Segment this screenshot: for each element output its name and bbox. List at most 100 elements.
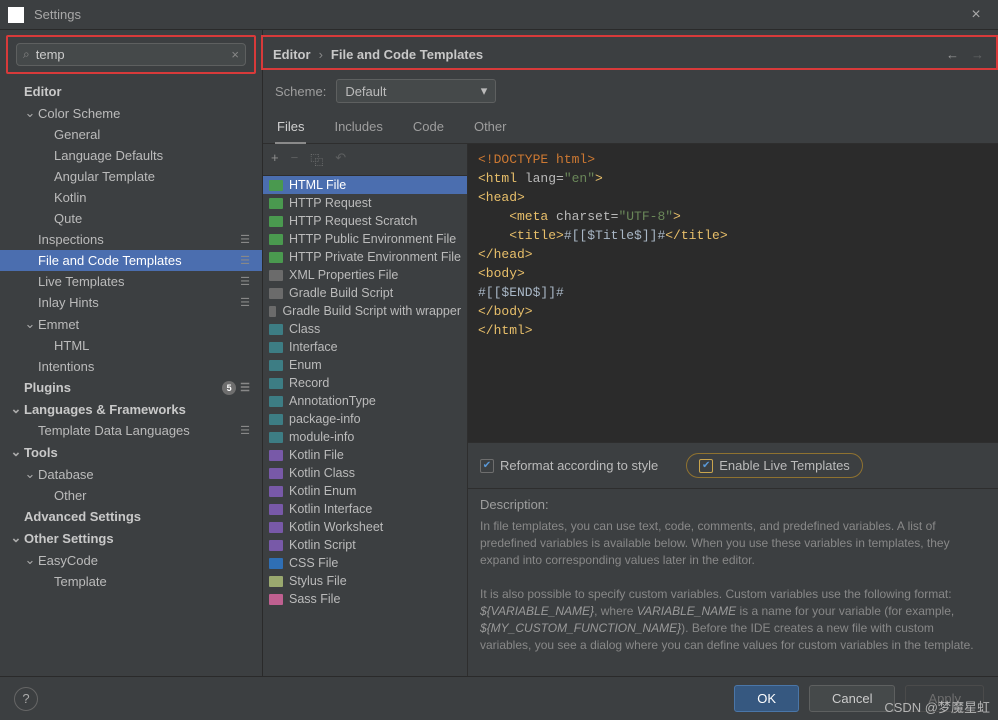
- sidebar-item-advanced-settings[interactable]: Advanced Settings: [0, 506, 262, 527]
- sidebar-item-html[interactable]: HTML: [0, 335, 262, 356]
- search-highlight-box: ⌕ ×: [6, 35, 256, 74]
- sidebar-item-languages-frameworks[interactable]: ⌄Languages & Frameworks: [0, 398, 262, 420]
- tree-label: File and Code Templates: [38, 253, 240, 268]
- chevron-down-icon: ▾: [481, 83, 488, 99]
- sliders-icon: ☰: [240, 296, 250, 309]
- tab-code[interactable]: Code: [411, 113, 446, 143]
- sidebar-item-general[interactable]: General: [0, 124, 262, 145]
- back-icon[interactable]: ←: [946, 47, 959, 62]
- sidebar-item-inspections[interactable]: Inspections☰: [0, 229, 262, 250]
- sidebar-item-database[interactable]: ⌄Database: [0, 463, 262, 485]
- file-item-module-info[interactable]: module-info: [263, 428, 467, 446]
- sidebar-item-color-scheme[interactable]: ⌄Color Scheme: [0, 102, 262, 124]
- file-item-http-public-environment-file[interactable]: HTTP Public Environment File: [263, 230, 467, 248]
- file-item-class[interactable]: Class: [263, 320, 467, 338]
- options-row: Reformat according to style Enable Live …: [468, 442, 998, 488]
- sidebar-item-other[interactable]: Other: [0, 485, 262, 506]
- apply-button[interactable]: Apply: [905, 685, 984, 712]
- tree-label: Template Data Languages: [38, 423, 240, 438]
- tree-label: Template: [54, 574, 256, 589]
- search-input[interactable]: [36, 47, 232, 62]
- file-item-xml-properties-file[interactable]: XML Properties File: [263, 266, 467, 284]
- sidebar-item-easycode[interactable]: ⌄EasyCode: [0, 549, 262, 571]
- file-item-kotlin-file[interactable]: Kotlin File: [263, 446, 467, 464]
- search-field-wrap[interactable]: ⌕ ×: [16, 43, 246, 66]
- file-label: Kotlin Interface: [289, 502, 372, 516]
- sidebar-item-angular-template[interactable]: Angular Template: [0, 166, 262, 187]
- file-icon: [269, 522, 283, 533]
- scheme-select[interactable]: Default ▾: [336, 79, 496, 103]
- file-item-record[interactable]: Record: [263, 374, 467, 392]
- file-item-gradle-build-script[interactable]: Gradle Build Script: [263, 284, 467, 302]
- file-icon: [269, 432, 283, 443]
- checkbox-icon: [480, 459, 494, 473]
- code-editor[interactable]: <!DOCTYPE html> <html lang="en"> <head> …: [468, 144, 998, 442]
- sidebar-item-tools[interactable]: ⌄Tools: [0, 441, 262, 463]
- forward-icon[interactable]: →: [971, 47, 984, 62]
- enable-live-templates-checkbox[interactable]: Enable Live Templates: [686, 453, 863, 478]
- file-icon: [269, 558, 283, 569]
- tree-label: HTML: [54, 338, 256, 353]
- tree-label: Languages & Frameworks: [24, 402, 256, 417]
- chevron-down-icon: ⌄: [22, 105, 38, 121]
- file-item-html-file[interactable]: HTML File: [263, 176, 467, 194]
- sidebar-item-intentions[interactable]: Intentions: [0, 356, 262, 377]
- ok-button[interactable]: OK: [734, 685, 799, 712]
- sidebar-item-qute[interactable]: Qute: [0, 208, 262, 229]
- tab-includes[interactable]: Includes: [332, 113, 384, 143]
- sidebar-item-kotlin[interactable]: Kotlin: [0, 187, 262, 208]
- file-item-kotlin-enum[interactable]: Kotlin Enum: [263, 482, 467, 500]
- file-label: Kotlin Class: [289, 466, 355, 480]
- file-list[interactable]: HTML FileHTTP RequestHTTP Request Scratc…: [263, 176, 467, 676]
- sidebar-item-plugins[interactable]: Plugins5☰: [0, 377, 262, 398]
- close-icon[interactable]: ×: [962, 6, 990, 24]
- file-item-package-info[interactable]: package-info: [263, 410, 467, 428]
- undo-icon[interactable]: ↶: [335, 150, 346, 169]
- file-item-kotlin-worksheet[interactable]: Kotlin Worksheet: [263, 518, 467, 536]
- cancel-button[interactable]: Cancel: [809, 685, 895, 712]
- file-item-kotlin-script[interactable]: Kotlin Script: [263, 536, 467, 554]
- settings-tree[interactable]: Editor⌄Color SchemeGeneralLanguage Defau…: [0, 77, 262, 676]
- tree-label: Kotlin: [54, 190, 256, 205]
- file-item-kotlin-class[interactable]: Kotlin Class: [263, 464, 467, 482]
- sidebar-item-other-settings[interactable]: ⌄Other Settings: [0, 527, 262, 549]
- scheme-label: Scheme:: [275, 84, 326, 99]
- chevron-down-icon: ⌄: [22, 552, 38, 568]
- tree-label: Other Settings: [24, 531, 256, 546]
- file-label: package-info: [289, 412, 361, 426]
- reformat-checkbox[interactable]: Reformat according to style: [480, 458, 658, 473]
- remove-icon[interactable]: −: [291, 150, 299, 169]
- file-item-http-request-scratch[interactable]: HTTP Request Scratch: [263, 212, 467, 230]
- file-item-gradle-build-script-with-wrapper[interactable]: Gradle Build Script with wrapper: [263, 302, 467, 320]
- clear-icon[interactable]: ×: [231, 47, 239, 62]
- file-item-http-request[interactable]: HTTP Request: [263, 194, 467, 212]
- file-item-css-file[interactable]: CSS File: [263, 554, 467, 572]
- search-icon: ⌕: [23, 47, 30, 62]
- file-item-interface[interactable]: Interface: [263, 338, 467, 356]
- description-body[interactable]: In file templates, you can use text, cod…: [480, 518, 986, 668]
- tab-other[interactable]: Other: [472, 113, 509, 143]
- sidebar-item-template-data-languages[interactable]: Template Data Languages☰: [0, 420, 262, 441]
- tree-label: Intentions: [38, 359, 256, 374]
- tab-files[interactable]: Files: [275, 113, 306, 144]
- sidebar-item-live-templates[interactable]: Live Templates☰: [0, 271, 262, 292]
- file-item-stylus-file[interactable]: Stylus File: [263, 572, 467, 590]
- sidebar-item-language-defaults[interactable]: Language Defaults: [0, 145, 262, 166]
- chevron-down-icon: ⌄: [8, 401, 24, 417]
- file-item-kotlin-interface[interactable]: Kotlin Interface: [263, 500, 467, 518]
- sidebar-item-file-and-code-templates[interactable]: File and Code Templates☰: [0, 250, 262, 271]
- sidebar-item-template[interactable]: Template: [0, 571, 262, 592]
- sidebar-item-emmet[interactable]: ⌄Emmet: [0, 313, 262, 335]
- help-button[interactable]: ?: [14, 687, 38, 711]
- file-item-http-private-environment-file[interactable]: HTTP Private Environment File: [263, 248, 467, 266]
- file-icon: [269, 306, 276, 317]
- file-item-sass-file[interactable]: Sass File: [263, 590, 467, 608]
- sidebar-item-inlay-hints[interactable]: Inlay Hints☰: [0, 292, 262, 313]
- add-icon[interactable]: +: [271, 150, 279, 169]
- file-item-enum[interactable]: Enum: [263, 356, 467, 374]
- file-item-annotationtype[interactable]: AnnotationType: [263, 392, 467, 410]
- file-icon: [269, 360, 283, 371]
- copy-icon[interactable]: ⿻: [310, 150, 323, 169]
- file-icon: [269, 342, 283, 353]
- sidebar-item-editor[interactable]: Editor: [0, 81, 262, 102]
